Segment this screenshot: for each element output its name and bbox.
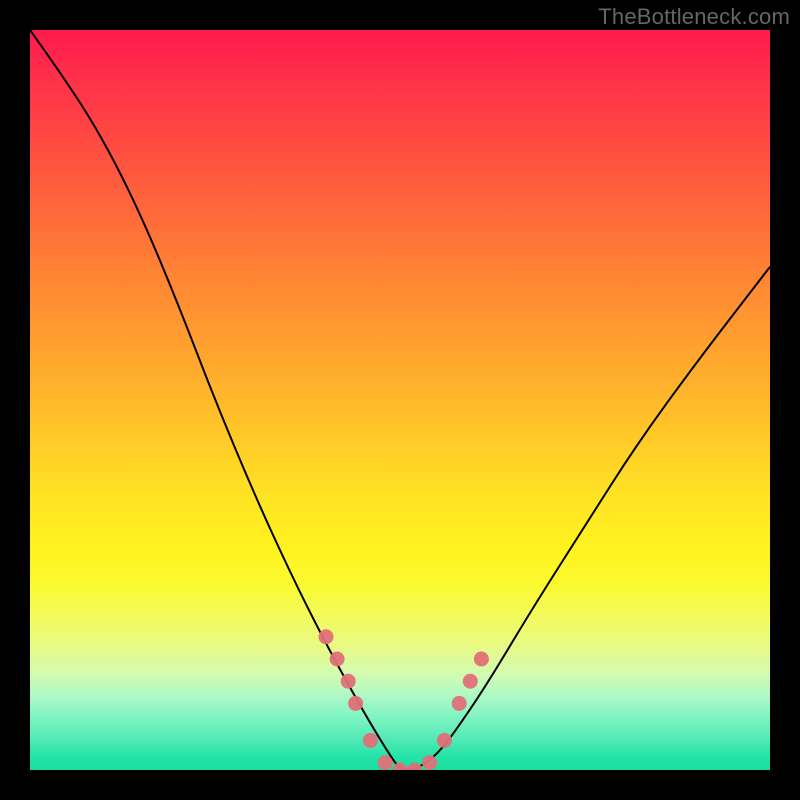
curve-marker	[319, 629, 334, 644]
bottleneck-curve	[30, 30, 770, 770]
curve-marker	[437, 733, 452, 748]
curve-marker	[378, 755, 393, 770]
chart-frame: TheBottleneck.com	[0, 0, 800, 800]
curve-marker	[452, 696, 467, 711]
plot-overlay	[30, 30, 770, 770]
watermark-text: TheBottleneck.com	[598, 4, 790, 30]
curve-marker	[463, 674, 478, 689]
curve-marker	[474, 652, 489, 667]
curve-marker	[363, 733, 378, 748]
curve-marker	[348, 696, 363, 711]
curve-marker	[393, 763, 408, 771]
curve-marker	[407, 763, 422, 771]
curve-marker	[330, 652, 345, 667]
curve-marker	[341, 674, 356, 689]
plot-area	[30, 30, 770, 770]
marker-group	[319, 629, 489, 770]
curve-marker	[422, 755, 437, 770]
